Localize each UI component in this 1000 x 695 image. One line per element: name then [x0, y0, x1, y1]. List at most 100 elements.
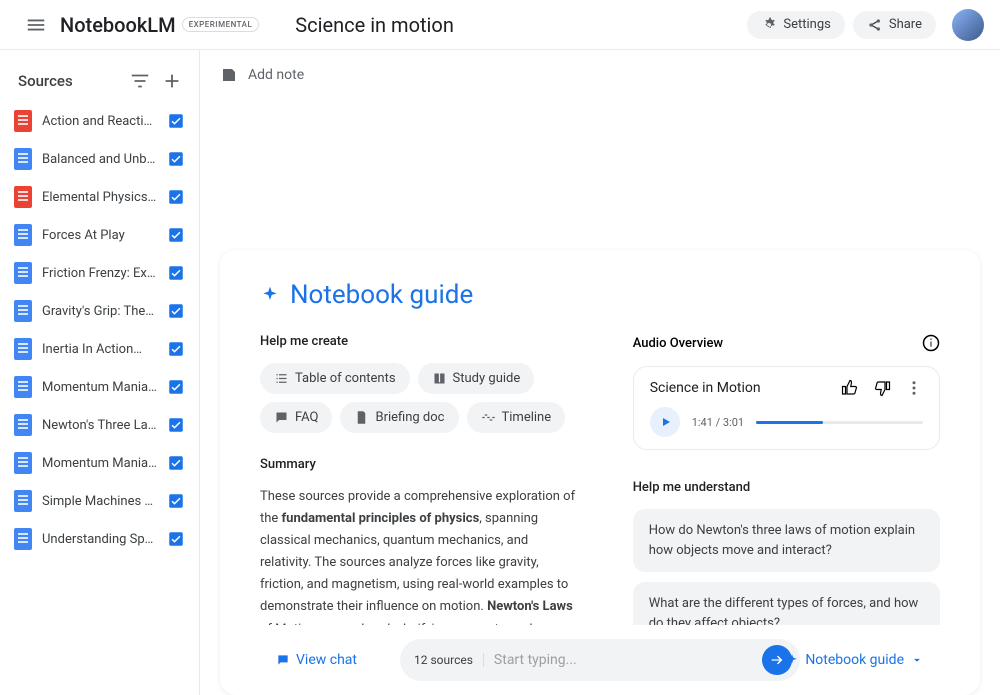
source-label: Forces At Play: [42, 228, 157, 243]
chevron-down-icon: [910, 653, 924, 667]
checked-icon[interactable]: [167, 378, 185, 396]
source-doc-icon: [14, 338, 32, 360]
sidebar-item-source[interactable]: Gravity's Grip: The Force…: [0, 292, 199, 330]
source-label: Momentum Mania: Inves…: [42, 380, 157, 395]
add-source-button[interactable]: [161, 70, 183, 92]
app-logo: NotebookLM EXPERIMENTAL: [60, 13, 259, 37]
checked-icon[interactable]: [167, 302, 185, 320]
timeline-icon: [481, 410, 496, 425]
notebook-guide-link[interactable]: Notebook guide: [785, 652, 924, 668]
gear-icon: [761, 17, 777, 33]
add-note-button[interactable]: Add note: [200, 50, 1000, 100]
source-doc-icon: [14, 490, 32, 512]
list-icon: [274, 371, 289, 386]
note-icon: [220, 66, 238, 84]
source-label: Gravity's Grip: The Force…: [42, 304, 157, 319]
source-doc-icon: [14, 452, 32, 474]
play-button[interactable]: [650, 407, 680, 437]
source-label: Balanced and Unbalance…: [42, 152, 157, 167]
doc-icon: [354, 410, 369, 425]
menu-button[interactable]: [16, 5, 56, 45]
sidebar-item-source[interactable]: Action and Reaction: [0, 102, 199, 140]
audio-time: 1:41 / 3:01: [692, 416, 744, 429]
spark-icon: [260, 285, 280, 305]
source-doc-icon: [14, 148, 32, 170]
checked-icon[interactable]: [167, 416, 185, 434]
settings-button[interactable]: Settings: [747, 11, 844, 39]
sidebar-item-source[interactable]: Simple Machines Make…: [0, 482, 199, 520]
notebook-guide-card: Notebook guide Help me create Table of c…: [220, 250, 980, 695]
filter-icon[interactable]: [129, 70, 151, 92]
chip-study-guide[interactable]: Study guide: [418, 363, 535, 394]
document-title: Science in motion: [295, 13, 454, 37]
summary-heading: Summary: [260, 457, 583, 472]
source-label: Inertia In Action…: [42, 342, 157, 357]
sidebar: Sources Action and Reaction Balanced and…: [0, 50, 200, 695]
source-count: 12 sources: [414, 653, 484, 667]
source-label: Understanding Speed, Ve…: [42, 532, 157, 547]
more-icon[interactable]: [905, 379, 923, 397]
source-doc-icon: [14, 300, 32, 322]
chat-icon: [276, 653, 290, 667]
sidebar-title: Sources: [18, 72, 73, 90]
source-doc-icon: [14, 414, 32, 436]
avatar[interactable]: [952, 9, 984, 41]
audio-title: Science in Motion: [650, 380, 761, 396]
share-icon: [867, 17, 883, 33]
source-label: Newton's Three Laws…: [42, 418, 157, 433]
sidebar-item-source[interactable]: Friction Frenzy: Explorin…: [0, 254, 199, 292]
guide-title: Notebook guide: [260, 280, 940, 310]
sidebar-item-source[interactable]: Elemental Physics, Third…: [0, 178, 199, 216]
checked-icon[interactable]: [167, 226, 185, 244]
chat-icon: [274, 410, 289, 425]
checked-icon[interactable]: [167, 492, 185, 510]
source-doc-icon: [14, 262, 32, 284]
source-label: Elemental Physics, Third…: [42, 190, 157, 205]
source-doc-icon: [14, 528, 32, 550]
thumbs-down-icon[interactable]: [873, 379, 891, 397]
sidebar-item-source[interactable]: Inertia In Action…: [0, 330, 199, 368]
arrow-icon: [769, 652, 785, 668]
audio-track[interactable]: [756, 421, 923, 424]
sidebar-item-source[interactable]: Momentum Mania: Inves…: [0, 368, 199, 406]
checked-icon[interactable]: [167, 530, 185, 548]
checked-icon[interactable]: [167, 454, 185, 472]
sidebar-item-source[interactable]: Newton's Three Laws…: [0, 406, 199, 444]
chip-faq[interactable]: FAQ: [260, 402, 332, 433]
sidebar-item-source[interactable]: Forces At Play: [0, 216, 199, 254]
chip-briefing[interactable]: Briefing doc: [340, 402, 458, 433]
source-label: Friction Frenzy: Explorin…: [42, 266, 157, 281]
checked-icon[interactable]: [167, 188, 185, 206]
help-understand-heading: Help me understand: [633, 480, 940, 495]
audio-card: Science in Motion 1:41 / 3:01: [633, 366, 940, 450]
info-icon[interactable]: [922, 334, 940, 352]
thumbs-up-icon[interactable]: [841, 379, 859, 397]
chip-toc[interactable]: Table of contents: [260, 363, 410, 394]
source-label: Action and Reaction: [42, 114, 157, 129]
book-icon: [432, 371, 447, 386]
checked-icon[interactable]: [167, 150, 185, 168]
sidebar-item-source[interactable]: Understanding Speed, Ve…: [0, 520, 199, 558]
help-create-heading: Help me create: [260, 334, 583, 349]
suggested-question[interactable]: How do Newton's three laws of motion exp…: [633, 509, 940, 572]
checked-icon[interactable]: [167, 264, 185, 282]
source-doc-icon: [14, 224, 32, 246]
spark-icon: [785, 653, 799, 667]
play-icon: [660, 416, 672, 428]
view-chat-link[interactable]: View chat: [276, 652, 357, 668]
logo-text: NotebookLM: [60, 13, 176, 37]
checked-icon[interactable]: [167, 340, 185, 358]
checked-icon[interactable]: [167, 112, 185, 130]
source-doc-icon: [14, 110, 32, 132]
audio-overview-heading: Audio Overview: [633, 336, 723, 351]
sidebar-item-source[interactable]: Balanced and Unbalance…: [0, 140, 199, 178]
audio-progress: [756, 421, 823, 424]
share-button[interactable]: Share: [853, 11, 936, 39]
sidebar-item-source[interactable]: Momentum Mania: Inves…: [0, 444, 199, 482]
chat-input[interactable]: 12 sources Start typing...: [400, 639, 800, 681]
source-doc-icon: [14, 376, 32, 398]
hamburger-icon: [25, 14, 47, 36]
experimental-badge: EXPERIMENTAL: [182, 17, 260, 32]
source-label: Momentum Mania: Inves…: [42, 456, 157, 471]
chip-timeline[interactable]: Timeline: [467, 402, 566, 433]
